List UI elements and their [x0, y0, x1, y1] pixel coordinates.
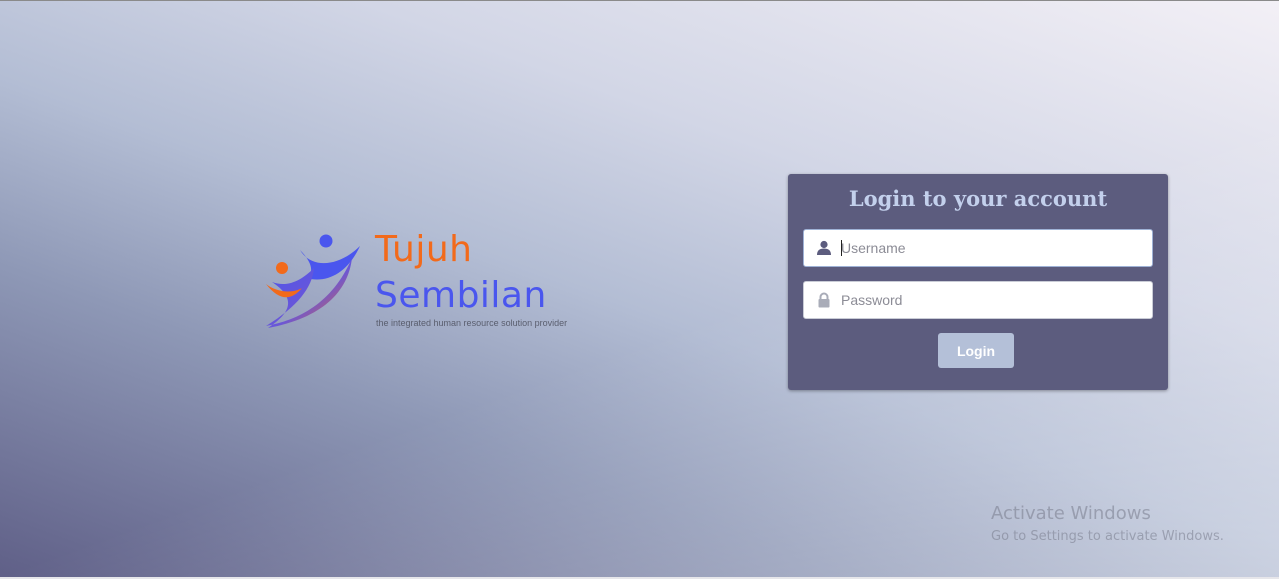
- login-button[interactable]: Login: [938, 333, 1014, 368]
- top-border: [0, 0, 1279, 1]
- company-logo: Tujuh Sembilan the integrated human reso…: [262, 228, 582, 338]
- logo-tagline: the integrated human resource solution p…: [376, 318, 568, 328]
- login-card: Login to your account Login: [788, 174, 1168, 390]
- logo-text-tujuh: Tujuh: [375, 229, 473, 270]
- text-caret: [841, 240, 842, 256]
- lock-icon: [818, 292, 830, 308]
- password-field[interactable]: [803, 281, 1153, 319]
- watermark-title: Activate Windows: [991, 503, 1151, 524]
- user-icon: [817, 240, 831, 255]
- login-title: Login to your account: [848, 186, 1108, 211]
- password-input[interactable]: [841, 282, 1141, 318]
- windows-activation-watermark: Activate Windows Go to Settings to activ…: [991, 503, 1224, 547]
- login-page: Tujuh Sembilan the integrated human reso…: [0, 0, 1279, 579]
- username-field[interactable]: [803, 229, 1153, 267]
- watermark-subtitle: Go to Settings to activate Windows.: [991, 529, 1224, 544]
- logo-mark-icon: [266, 234, 360, 328]
- username-input[interactable]: [841, 230, 1141, 266]
- logo-text-sembilan: Sembilan: [375, 275, 547, 316]
